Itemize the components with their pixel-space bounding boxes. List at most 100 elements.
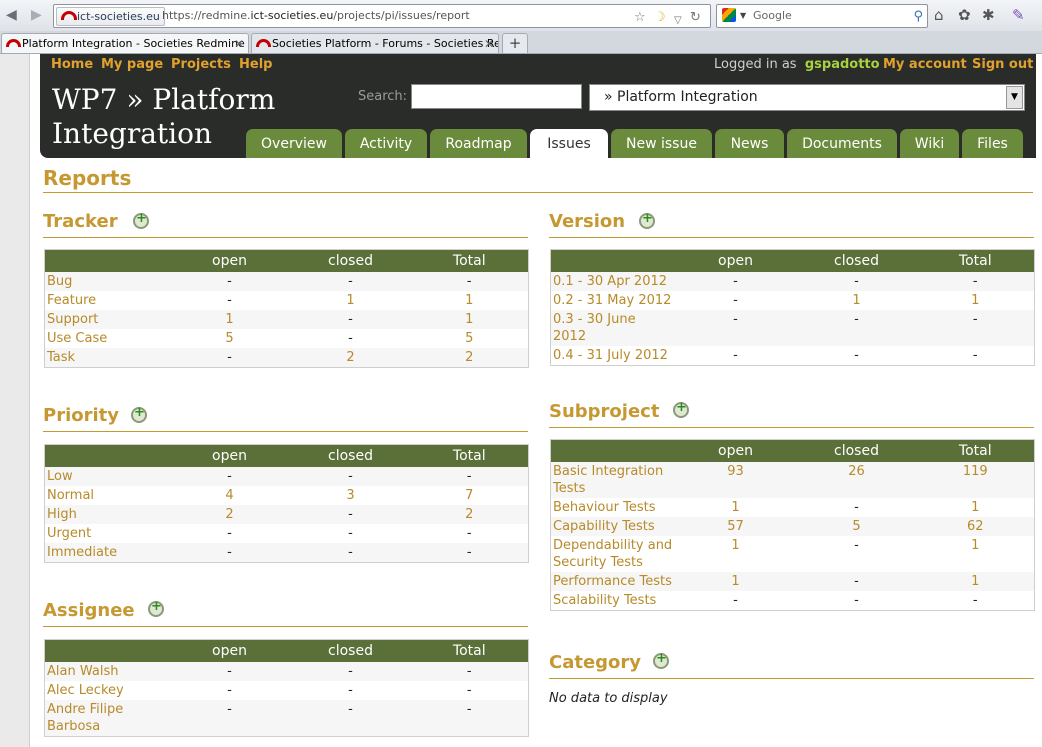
table-row: 0.2 - 31 May 2012-1 1: [550, 291, 1035, 310]
forward-arrow-icon[interactable]: ▶: [31, 7, 42, 23]
top-menu-projects[interactable]: Projects: [171, 57, 231, 72]
table-row: 0.1 - 30 Apr 2012- - -: [550, 272, 1035, 291]
google-engine-icon[interactable]: [722, 8, 736, 22]
url-text: https://redmine.ict-societies.eu/project…: [162, 9, 470, 22]
report-row-link[interactable]: Capability Tests: [550, 517, 675, 536]
my-account-link[interactable]: My account: [883, 57, 967, 72]
redmine-favicon-icon: [256, 39, 271, 47]
no-data-message: No data to display: [549, 691, 668, 706]
history-dropdown-icon[interactable]: ▽: [674, 10, 682, 27]
bug-icon[interactable]: ✱: [982, 6, 995, 24]
page-left-gutter: [0, 54, 30, 747]
chevron-down-icon[interactable]: ▼: [1006, 86, 1023, 109]
report-row-link[interactable]: Support: [44, 310, 169, 329]
table-row: Feature -1 1: [44, 291, 529, 310]
zoom-details-icon[interactable]: [131, 405, 147, 423]
tab-issues[interactable]: Issues: [530, 129, 608, 158]
reload-icon[interactable]: ↻: [690, 7, 701, 27]
tab-overview[interactable]: Overview: [246, 129, 342, 158]
report-row-link[interactable]: Alan Walsh: [44, 662, 169, 681]
site-identity-button[interactable]: ict-societies.eu: [56, 7, 165, 26]
feather-icon[interactable]: ✎: [1012, 6, 1025, 24]
table-header: open closed Total: [550, 249, 1035, 272]
table-row: High 2-2: [44, 505, 529, 524]
web-search-bar[interactable]: ▼ Google ⚲: [716, 4, 928, 28]
report-row-link[interactable]: Andre Filipe Barbosa: [44, 700, 169, 737]
address-bar[interactable]: ict-societies.eu https://redmine.ict-soc…: [53, 4, 711, 28]
report-row-link[interactable]: Performance Tests: [550, 572, 675, 591]
report-row-link[interactable]: High: [44, 505, 169, 524]
table-row: Basic Integration Tests 93 26 119: [550, 462, 1035, 498]
report-row-link[interactable]: 0.1 - 30 Apr 2012: [550, 272, 675, 291]
report-row-link[interactable]: 0.3 - 30 June 2012: [550, 310, 675, 346]
report-row-link[interactable]: Dependability and Security Tests: [550, 536, 675, 572]
tab-documents[interactable]: Documents: [787, 129, 897, 158]
table-row: Capability Tests 57 5 62: [550, 517, 1035, 536]
project-jump-select[interactable]: » Platform Integration ▼: [589, 84, 1025, 111]
report-row-link[interactable]: Use Case: [44, 329, 169, 348]
logged-in-status: Logged in as gspadotto: [714, 57, 880, 72]
report-row-link[interactable]: 0.2 - 31 May 2012: [550, 291, 675, 310]
browser-tab[interactable]: Societies Platform - Forums - Societies …: [251, 33, 499, 53]
zoom-details-icon[interactable]: [653, 651, 669, 669]
report-row-link[interactable]: Urgent: [44, 524, 169, 543]
report-row-link[interactable]: Task: [44, 348, 169, 368]
assignee-heading: Assignee: [43, 600, 528, 627]
engine-dropdown-icon[interactable]: ▼: [740, 5, 746, 27]
report-row-link[interactable]: Feature: [44, 291, 169, 310]
addon-moon-icon[interactable]: ☽: [654, 7, 666, 27]
table-row: 0.3 - 30 June 2012- - -: [550, 310, 1035, 346]
tab-wiki[interactable]: Wiki: [900, 129, 959, 158]
bookmark-star-icon[interactable]: ☆: [634, 7, 646, 27]
report-row-link[interactable]: Immediate: [44, 543, 169, 563]
addon-icon[interactable]: ✿: [958, 6, 971, 24]
zoom-details-icon[interactable]: [673, 400, 689, 418]
top-menu-help[interactable]: Help: [239, 57, 272, 72]
zoom-details-icon[interactable]: [133, 211, 149, 229]
priority-table: open closed Total Low - - - Normal 4 3 7 High 2-2…: [44, 444, 529, 563]
table-row: Task -2 2: [44, 348, 529, 368]
table-row: Normal 4 3 7: [44, 486, 529, 505]
table-row: Behaviour Tests 1-1: [550, 498, 1035, 517]
version-table: open closed Total 0.1 - 30 Apr 2012- - - 0.2…: [550, 249, 1035, 366]
report-row-link[interactable]: Behaviour Tests: [550, 498, 675, 517]
sign-out-link[interactable]: Sign out: [972, 57, 1033, 72]
redmine-favicon-icon: [6, 39, 21, 47]
table-row: Bug - - -: [44, 272, 529, 291]
close-tab-icon[interactable]: ✕: [234, 34, 244, 53]
magnifier-icon[interactable]: ⚲: [913, 6, 923, 28]
assignee-table: open closed Total Alan Walsh - - - Alec Lecke…: [44, 639, 529, 737]
search-input[interactable]: [411, 84, 582, 109]
browser-tab-active[interactable]: Platform Integration - Societies Redmine…: [1, 33, 249, 53]
tab-news[interactable]: News: [715, 129, 784, 158]
report-row-link[interactable]: Basic Integration Tests: [550, 462, 675, 498]
table-row: Low - - -: [44, 467, 529, 486]
report-row-link[interactable]: Low: [44, 467, 169, 486]
top-menu-my-page[interactable]: My page: [101, 57, 163, 72]
browser-navigation-bar: ◀ ▶ ict-societies.eu https://redmine.ict…: [0, 0, 1042, 32]
tab-roadmap[interactable]: Roadmap: [430, 129, 527, 158]
zoom-details-icon[interactable]: [148, 599, 164, 617]
table-header: open closed Total: [550, 439, 1035, 462]
table-row: Urgent - - -: [44, 524, 529, 543]
project-title: WP7 » Platform Integration: [52, 83, 276, 150]
report-row-link[interactable]: Normal: [44, 486, 169, 505]
site-favicon-icon: [61, 11, 77, 20]
report-row-link[interactable]: Alec Leckey: [44, 681, 169, 700]
tab-activity[interactable]: Activity: [345, 129, 427, 158]
table-row: Scalability Tests - - -: [550, 591, 1035, 611]
home-icon[interactable]: ⌂: [934, 6, 944, 24]
top-menu-home[interactable]: Home: [51, 57, 93, 72]
new-tab-button[interactable]: +: [502, 33, 528, 54]
table-header: open closed Total: [44, 639, 529, 662]
close-tab-icon[interactable]: ✕: [484, 34, 494, 53]
back-arrow-icon[interactable]: ◀: [6, 7, 17, 23]
report-row-link[interactable]: 0.4 - 31 July 2012: [550, 346, 675, 366]
report-row-link[interactable]: Bug: [44, 272, 169, 291]
tab-new-issue[interactable]: New issue: [611, 129, 712, 158]
search-label: Search:: [358, 89, 408, 104]
zoom-details-icon[interactable]: [639, 211, 655, 229]
report-row-link[interactable]: Scalability Tests: [550, 591, 675, 611]
tab-files[interactable]: Files: [962, 129, 1023, 158]
username-link[interactable]: gspadotto: [805, 57, 880, 72]
